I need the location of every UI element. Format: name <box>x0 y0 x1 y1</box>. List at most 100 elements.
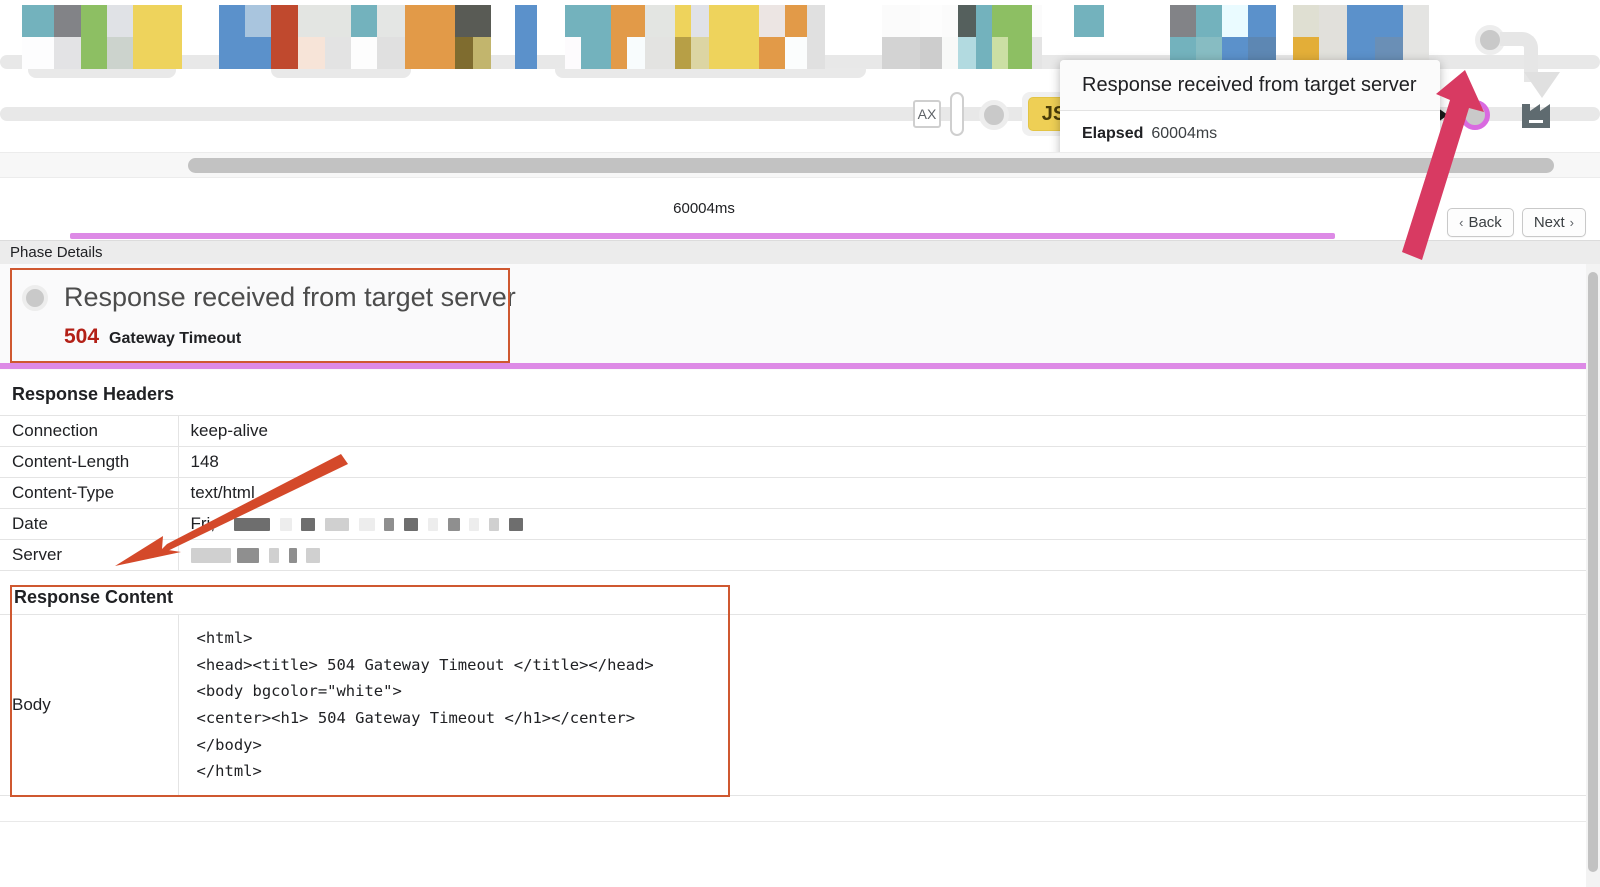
header-key: Content-Length <box>0 446 179 478</box>
policy-block[interactable] <box>455 5 473 69</box>
policy-group-4[interactable] <box>555 5 866 78</box>
header-value: keep-alive <box>178 415 1586 447</box>
redacted-block <box>508 518 523 532</box>
phase-details-pane[interactable]: Response received from target server 504… <box>0 264 1586 887</box>
policy-block[interactable] <box>298 5 325 69</box>
node-tooltip: Response received from target server Ela… <box>1060 60 1440 152</box>
chevron-right-icon: › <box>1569 215 1574 230</box>
phase-card-zone: Response received from target server 504… <box>0 264 1586 370</box>
policy-block[interactable] <box>515 5 537 69</box>
policy-block[interactable] <box>1008 5 1032 69</box>
apigee-trace-screen: AX JS Response received from target serv… <box>0 0 1600 887</box>
policy-block[interactable] <box>920 5 942 69</box>
policy-group-shadow <box>555 68 866 78</box>
redacted-block <box>489 518 500 532</box>
policy-block[interactable] <box>992 5 1008 69</box>
trace-nav-buttons: ‹ Back Next › <box>1447 208 1586 237</box>
redacted-block <box>288 548 297 564</box>
policy-block[interactable] <box>611 5 627 69</box>
redacted-block <box>237 548 260 564</box>
redacted-block <box>268 548 279 564</box>
detail-vertical-scrollbar-thumb[interactable] <box>1588 272 1598 872</box>
table-row-empty <box>0 795 1586 822</box>
timeline-duration-bar <box>70 233 1335 239</box>
policy-block[interactable] <box>581 5 611 69</box>
policy-block[interactable] <box>565 5 581 69</box>
policy-block[interactable] <box>473 5 491 69</box>
policy-block[interactable] <box>245 5 271 69</box>
next-button-label: Next <box>1533 214 1565 231</box>
timeline-total-label: 60004ms <box>673 200 735 217</box>
body-label: Body <box>0 614 179 796</box>
header-key: Server <box>0 539 179 571</box>
policy-block[interactable] <box>675 5 691 69</box>
redacted-block <box>279 518 292 532</box>
policy-block[interactable] <box>81 5 107 69</box>
response-content-section: Response Content Body <html> <head><titl… <box>0 585 1586 822</box>
policy-block[interactable] <box>405 5 455 69</box>
redacted-block <box>306 548 321 564</box>
trace-flow-diagram[interactable]: AX JS Response received from target serv… <box>0 0 1600 152</box>
flow-node-circle[interactable] <box>979 100 1009 130</box>
flow-node-target-server-selected[interactable] <box>1460 100 1490 130</box>
policy-block[interactable] <box>958 5 976 69</box>
response-content-title: Response Content <box>14 587 174 607</box>
policy-block[interactable] <box>325 5 351 69</box>
policy-group-shadow <box>28 68 176 78</box>
policy-block[interactable] <box>133 5 182 69</box>
back-button[interactable]: ‹ Back <box>1447 208 1514 237</box>
body-value-cell: <html> <head><title> 504 Gateway Timeout… <box>178 614 1586 796</box>
header-value: 148 <box>178 446 1586 478</box>
policy-block[interactable] <box>351 5 377 69</box>
flow-pill-separator[interactable] <box>950 92 964 136</box>
redacted-block <box>404 518 419 532</box>
trace-horizontal-scrollbar-thumb[interactable] <box>188 158 1554 173</box>
next-button[interactable]: Next › <box>1521 208 1586 237</box>
redacted-block <box>301 518 316 532</box>
table-row: Date Fri, <box>0 508 1586 540</box>
policy-group-3[interactable] <box>515 5 537 69</box>
policy-block[interactable] <box>271 5 298 69</box>
target-server-factory-icon <box>1522 104 1550 128</box>
policy-block[interactable] <box>54 5 81 69</box>
table-row: Content-Type text/html <box>0 477 1586 509</box>
policy-chip-ax[interactable]: AX <box>913 100 941 128</box>
tooltip-title: Response received from target server <box>1060 60 1440 111</box>
policy-block[interactable] <box>759 5 785 69</box>
policy-group-2[interactable] <box>219 5 491 78</box>
phase-details-header: Phase Details <box>0 240 1600 264</box>
body-code: <html> <head><title> 504 Gateway Timeout… <box>196 629 654 781</box>
policy-block[interactable] <box>1074 5 1104 37</box>
header-key: Connection <box>0 415 179 447</box>
header-key: Content-Type <box>0 477 179 509</box>
trace-horizontal-scrollbar[interactable] <box>0 152 1600 178</box>
redacted-block <box>190 548 231 564</box>
policy-group-5[interactable] <box>882 5 1056 69</box>
redacted-block <box>358 518 375 532</box>
policy-block[interactable] <box>976 5 992 69</box>
response-headers-title: Response Headers <box>12 384 175 404</box>
policy-block[interactable] <box>627 5 645 69</box>
policy-block[interactable] <box>807 5 825 69</box>
policy-block[interactable] <box>377 5 405 69</box>
policy-block[interactable] <box>709 5 759 69</box>
response-content-table: Body <html> <head><title> 504 Gateway Ti… <box>0 614 1586 796</box>
policy-block[interactable] <box>107 5 133 69</box>
policy-block[interactable] <box>785 5 807 69</box>
header-value-redacted: Fri, <box>178 508 1586 540</box>
response-headers-table: Connection keep-alive Content-Length 148… <box>0 415 1586 571</box>
policy-block[interactable] <box>219 5 245 69</box>
policy-block[interactable] <box>645 5 675 69</box>
table-row: Content-Length 148 <box>0 446 1586 478</box>
policy-block[interactable] <box>1032 5 1042 69</box>
policy-block[interactable] <box>22 5 54 69</box>
redacted-block <box>469 518 480 532</box>
policy-block[interactable] <box>942 5 958 69</box>
policy-block[interactable] <box>691 5 709 69</box>
policy-group-1[interactable] <box>22 5 182 78</box>
policy-block[interactable] <box>882 5 920 69</box>
tooltip-body: Elapsed 60004ms <box>1060 111 1440 152</box>
redacted-block <box>427 518 438 532</box>
phase-card-highlight-box <box>10 268 510 363</box>
header-key: Date <box>0 508 179 540</box>
